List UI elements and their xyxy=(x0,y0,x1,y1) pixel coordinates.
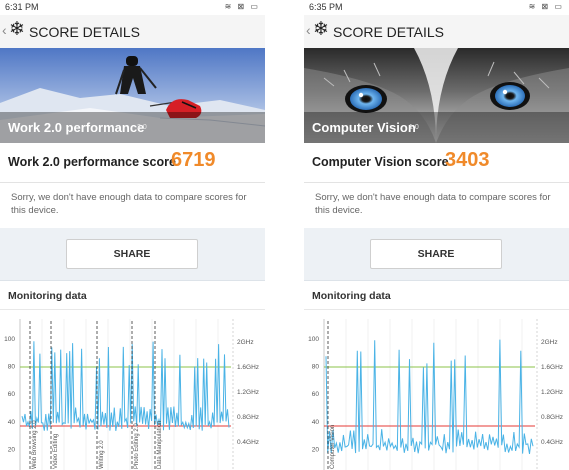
freq-tick-label: 2GHz xyxy=(237,339,254,346)
share-area: SHARE xyxy=(0,228,265,280)
freq-tick-label: 0.8GHz xyxy=(541,414,563,421)
app-bar: ‹ ❄ SCORE DETAILS xyxy=(0,15,265,48)
snowflake-logo-icon[interactable]: ❄ xyxy=(9,20,25,39)
share-button[interactable]: SHARE xyxy=(370,239,502,269)
status-icons: ≋ ⊠ ▭ xyxy=(224,2,260,11)
y-tick-label: 40 xyxy=(8,419,16,426)
freq-tick-label: 1.2GHz xyxy=(237,389,259,396)
status-time: 6:35 PM xyxy=(309,2,343,12)
freq-tick-label: 0.4GHz xyxy=(237,439,259,446)
event-marker-label: Data Manipulation xyxy=(157,421,163,469)
score-label: Computer Vision score xyxy=(312,155,449,169)
freq-tick-label: 1.6GHz xyxy=(237,364,259,371)
app-bar: ‹ ❄ SCORE DETAILS xyxy=(304,15,569,48)
freq-tick-label: 0.8GHz xyxy=(237,414,259,421)
event-marker-label: Photo Editing 2.0 xyxy=(134,423,140,469)
score-label: Work 2.0 performance score xyxy=(8,155,176,169)
event-marker-label: Computer Vision xyxy=(330,425,336,469)
freq-tick-label: 0.4GHz xyxy=(541,439,563,446)
divider xyxy=(304,309,569,310)
score-card: Computer Vision score 3403 xyxy=(304,143,569,183)
y-tick-label: 20 xyxy=(312,446,320,453)
snowflake-logo-icon[interactable]: ❄ xyxy=(313,20,329,39)
hero-version: 2.0 xyxy=(137,124,147,131)
divider xyxy=(0,309,265,310)
event-marker-label: Video Editing xyxy=(53,434,59,469)
hero-label-bar: Computer Vision 1.0 xyxy=(304,112,569,143)
freq-tick-label: 1.2GHz xyxy=(541,389,563,396)
y-tick-label: 60 xyxy=(8,391,16,398)
event-marker-label: Writing 2.0 xyxy=(99,440,105,469)
score-details-screen-vision: 6:35 PM ≋ ⊠ ▭ ‹ ❄ SCORE DETAILS Computer… xyxy=(304,0,569,470)
cpu-frequency-line xyxy=(325,339,534,454)
score-details-screen-work: 6:31 PM ≋ ⊠ ▭ ‹ ❄ SCORE DETAILS Work 2.0… xyxy=(0,0,265,470)
score-value: 6719 xyxy=(171,149,216,171)
monitoring-panel: Monitoring data 100 80 60 40 20 2GHz 1.6GHz 1.2… xyxy=(0,280,265,470)
page-title: SCORE DETAILS xyxy=(29,24,140,40)
back-chevron-icon[interactable]: ‹ xyxy=(306,22,311,38)
score-value: 3403 xyxy=(445,149,490,171)
hero-title: Work 2.0 performance xyxy=(8,120,145,135)
y-tick-label: 100 xyxy=(4,336,15,343)
y-tick-label: 80 xyxy=(8,364,16,371)
freq-tick-label: 1.6GHz xyxy=(541,364,563,371)
monitoring-panel: Monitoring data 100 80 60 40 20 2GHz 1.6GHz 1.2… xyxy=(304,280,569,470)
monitoring-title: Monitoring data xyxy=(8,290,87,302)
cpu-frequency-line xyxy=(21,341,230,431)
page-title: SCORE DETAILS xyxy=(333,24,444,40)
share-area: SHARE xyxy=(304,228,569,280)
status-time: 6:31 PM xyxy=(5,2,39,12)
monitoring-chart[interactable]: 100 80 60 40 20 2GHz 1.6GHz 1.2GHz 0.8GHz 0.4GHz W… xyxy=(0,311,265,470)
monitoring-title: Monitoring data xyxy=(312,290,391,302)
hero-banner: Computer Vision 1.0 xyxy=(304,48,569,143)
status-bar: 6:35 PM ≋ ⊠ ▭ xyxy=(304,0,569,15)
compare-message: Sorry, we don't have enough data to comp… xyxy=(0,183,265,228)
score-card: Work 2.0 performance score 6719 xyxy=(0,143,265,183)
freq-tick-label: 2GHz xyxy=(541,339,558,346)
back-chevron-icon[interactable]: ‹ xyxy=(2,22,7,38)
status-bar: 6:31 PM ≋ ⊠ ▭ xyxy=(0,0,265,15)
hero-title: Computer Vision xyxy=(312,120,416,135)
compare-text: Sorry, we don't have enough data to comp… xyxy=(315,192,551,216)
y-tick-label: 100 xyxy=(308,336,319,343)
status-icons: ≋ ⊠ ▭ xyxy=(528,2,564,11)
y-tick-label: 20 xyxy=(8,446,16,453)
y-tick-label: 40 xyxy=(312,419,320,426)
y-tick-label: 80 xyxy=(312,364,320,371)
share-button[interactable]: SHARE xyxy=(66,239,198,269)
hero-version: 1.0 xyxy=(409,124,419,131)
monitoring-chart[interactable]: 100 80 60 40 20 2GHz 1.6GHz 1.2GHz 0.8GHz 0.4GHz C… xyxy=(304,311,569,470)
compare-text: Sorry, we don't have enough data to comp… xyxy=(11,192,247,216)
hero-banner: Work 2.0 performance 2.0 xyxy=(0,48,265,143)
y-tick-label: 60 xyxy=(312,391,320,398)
compare-message: Sorry, we don't have enough data to comp… xyxy=(304,183,569,228)
hero-label-bar: Work 2.0 performance 2.0 xyxy=(0,112,265,143)
event-marker-label: Web Browsing 2.0 xyxy=(32,420,38,469)
